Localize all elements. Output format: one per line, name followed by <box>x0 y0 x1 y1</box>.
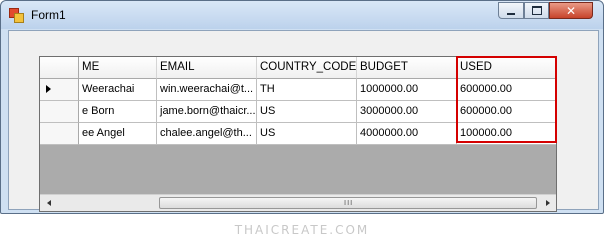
row-header[interactable] <box>40 79 79 101</box>
maximize-icon <box>525 3 548 18</box>
close-button[interactable]: ✕ <box>549 2 593 19</box>
column-header-email[interactable]: EMAIL <box>157 57 257 79</box>
cell-budget[interactable]: 4000000.00 <box>357 123 457 145</box>
top-left-header-cell[interactable] <box>40 57 79 79</box>
cell-name[interactable]: ee Angel <box>79 123 157 145</box>
watermark: THAICREATE.COM <box>234 223 370 237</box>
column-header-budget[interactable]: BUDGET <box>357 57 457 79</box>
cell-email[interactable]: jame.born@thaicr... <box>157 101 257 123</box>
cell-email[interactable]: chalee.angel@th... <box>157 123 257 145</box>
minimize-icon <box>499 3 523 18</box>
arrow-left-icon <box>46 200 51 206</box>
cell-country-code[interactable]: US <box>257 123 357 145</box>
cell-country-code[interactable]: US <box>257 101 357 123</box>
horizontal-scrollbar[interactable]: III <box>40 194 556 211</box>
app-icon[interactable] <box>9 8 24 23</box>
cell-email[interactable]: win.weerachai@t... <box>157 79 257 101</box>
title-bar[interactable]: Form1 ✕ <box>1 1 603 29</box>
cell-budget[interactable]: 3000000.00 <box>357 101 457 123</box>
column-header-country-code[interactable]: COUNTRY_CODE <box>257 57 357 79</box>
cell-name[interactable]: Weerachai <box>79 79 157 101</box>
arrow-right-icon <box>545 200 550 206</box>
cell-country-code[interactable]: TH <box>257 79 357 101</box>
window-title: Form1 <box>31 8 66 22</box>
column-header-name[interactable]: ME <box>79 57 157 79</box>
cell-name[interactable]: e Born <box>79 101 157 123</box>
scroll-right-button[interactable] <box>539 195 556 211</box>
scrollbar-grip: III <box>344 199 354 207</box>
scroll-left-button[interactable] <box>40 195 57 211</box>
row-header[interactable] <box>40 101 79 123</box>
minimize-button[interactable] <box>498 2 524 19</box>
cell-budget[interactable]: 1000000.00 <box>357 79 457 101</box>
current-row-arrow-icon <box>46 85 51 93</box>
row-header[interactable] <box>40 123 79 145</box>
used-column-highlight <box>456 56 557 143</box>
maximize-button[interactable] <box>524 2 549 19</box>
close-icon: ✕ <box>565 3 577 18</box>
scrollbar-thumb[interactable]: III <box>159 197 537 209</box>
